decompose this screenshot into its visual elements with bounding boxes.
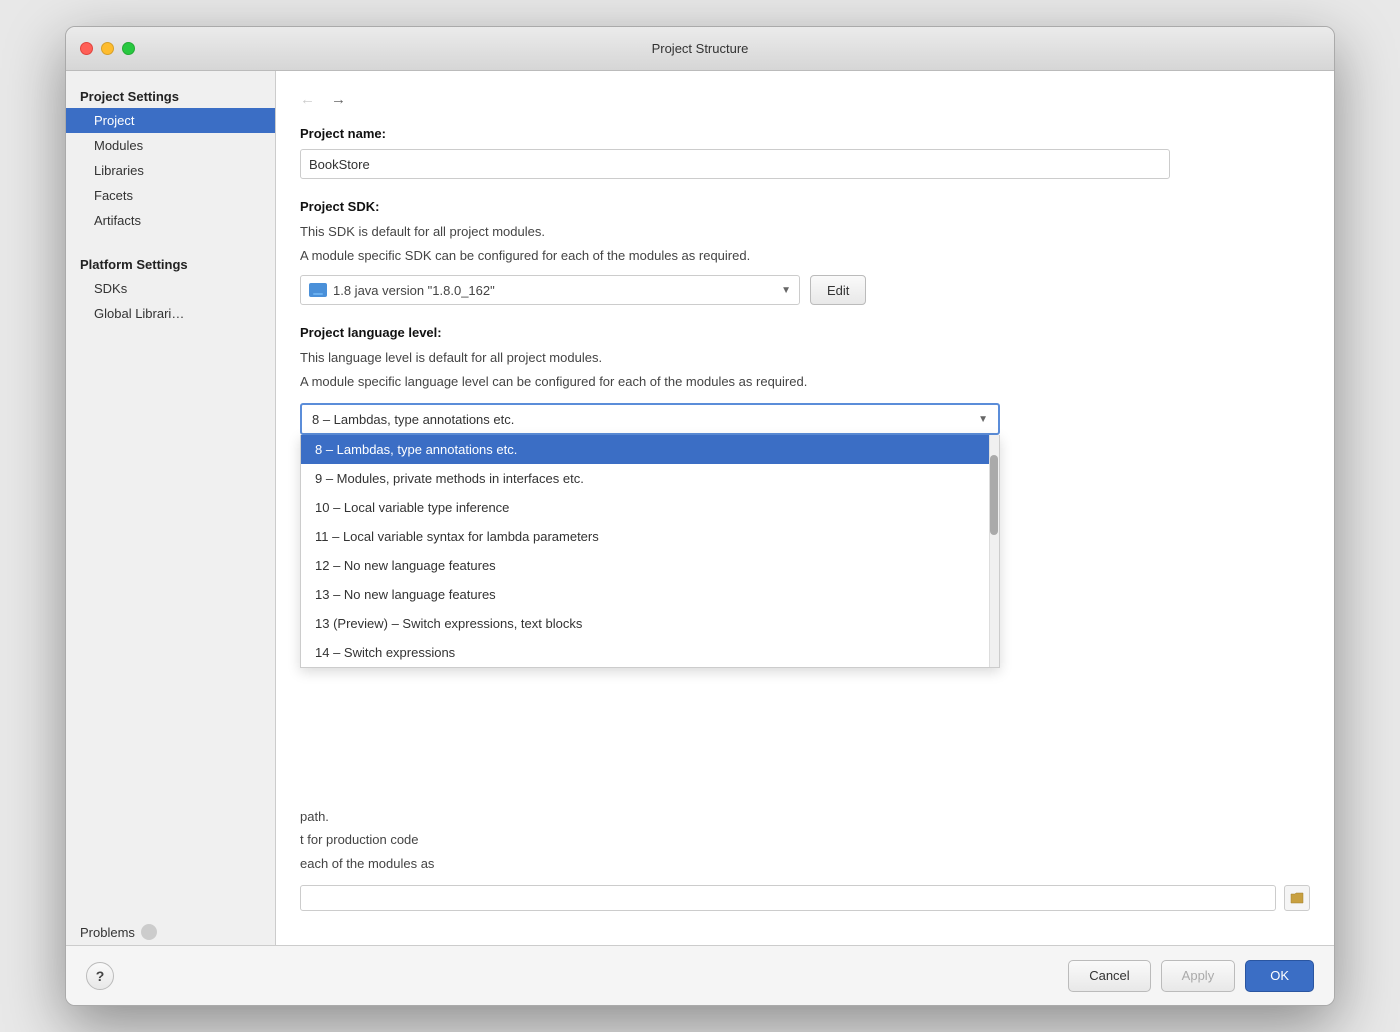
lang-option-9[interactable]: 9 – Modules, private methods in interfac… — [301, 464, 999, 493]
sdk-dropdown-arrow: ▼ — [781, 285, 791, 296]
folder-browse-button[interactable] — [1284, 885, 1310, 911]
sidebar-item-artifacts[interactable]: Artifacts — [66, 208, 275, 233]
partial-text-path: path. — [300, 805, 1310, 828]
maximize-button[interactable] — [122, 42, 135, 55]
project-name-input[interactable] — [300, 149, 1170, 179]
compiler-output-row — [300, 885, 1310, 911]
footer: ? Cancel Apply OK — [66, 945, 1334, 1005]
footer-left: ? — [86, 962, 114, 990]
dropdown-scrollbar[interactable] — [989, 435, 999, 667]
lang-dropdown-menu: 8 – Lambdas, type annotations etc. 9 – M… — [300, 435, 1000, 668]
sidebar-item-libraries[interactable]: Libraries — [66, 158, 275, 183]
platform-settings-header: Platform Settings — [66, 247, 275, 276]
scrollbar-thumb — [990, 455, 998, 535]
problems-badge — [141, 924, 157, 940]
lang-option-10[interactable]: 10 – Local variable type inference — [301, 493, 999, 522]
sdk-dropdown[interactable]: 1.8 java version "1.8.0_162" ▼ — [300, 275, 800, 305]
project-sdk-desc2: A module specific SDK can be configured … — [300, 246, 1310, 266]
nav-back-bar: ← → — [296, 91, 1310, 108]
lang-option-13p[interactable]: 13 (Preview) – Switch expressions, text … — [301, 609, 999, 638]
compiler-output-input[interactable] — [300, 885, 1276, 911]
sidebar-item-facets[interactable]: Facets — [66, 183, 275, 208]
ok-button[interactable]: OK — [1245, 960, 1314, 992]
lang-option-8[interactable]: 8 – Lambdas, type annotations etc. — [301, 435, 999, 464]
project-settings-header: Project Settings — [66, 79, 275, 108]
close-button[interactable] — [80, 42, 93, 55]
project-name-label: Project name: — [300, 126, 1310, 141]
footer-right: Cancel Apply OK — [1068, 960, 1314, 992]
sidebar-item-project[interactable]: Project — [66, 108, 275, 133]
sdk-row: 1.8 java version "1.8.0_162" ▼ Edit — [300, 275, 1310, 305]
help-button[interactable]: ? — [86, 962, 114, 990]
project-structure-window: Project Structure Project Settings Proje… — [65, 26, 1335, 1006]
project-lang-desc1: This language level is default for all p… — [300, 348, 1310, 368]
lang-dropdown[interactable]: 8 – Lambdas, type annotations etc. ▼ — [300, 403, 1000, 435]
project-lang-desc2: A module specific language level can be … — [300, 372, 1310, 392]
background-text: path. t for production code each of the … — [300, 805, 1310, 875]
title-bar: Project Structure — [66, 27, 1334, 71]
partial-text-production: t for production code — [300, 828, 1310, 851]
lang-dropdown-container: 8 – Lambdas, type annotations etc. ▼ 8 –… — [300, 403, 1310, 435]
window-title: Project Structure — [652, 41, 749, 56]
back-arrow[interactable]: ← — [296, 91, 319, 108]
sidebar-item-problems[interactable]: Problems — [66, 919, 275, 945]
apply-button[interactable]: Apply — [1161, 960, 1236, 992]
project-sdk-desc1: This SDK is default for all project modu… — [300, 222, 1310, 242]
project-sdk-label: Project SDK: — [300, 199, 1310, 214]
main-content: ← → Project name: Project SDK: This SDK … — [276, 71, 1334, 945]
minimize-button[interactable] — [101, 42, 114, 55]
lang-dropdown-wrapper: 8 – Lambdas, type annotations etc. ▼ 8 –… — [300, 403, 1000, 435]
lang-option-14[interactable]: 14 – Switch expressions — [301, 638, 999, 667]
cancel-button[interactable]: Cancel — [1068, 960, 1150, 992]
partial-text-modules: each of the modules as — [300, 852, 1310, 875]
sidebar-item-sdks[interactable]: SDKs — [66, 276, 275, 301]
sidebar-item-modules[interactable]: Modules — [66, 133, 275, 158]
lang-option-12[interactable]: 12 – No new language features — [301, 551, 999, 580]
forward-arrow[interactable]: → — [327, 91, 350, 108]
sidebar: Project Settings Project Modules Librari… — [66, 71, 276, 945]
sdk-edit-button[interactable]: Edit — [810, 275, 866, 305]
content-area: Project Settings Project Modules Librari… — [66, 71, 1334, 945]
sdk-icon — [309, 283, 327, 297]
lang-option-11[interactable]: 11 – Local variable syntax for lambda pa… — [301, 522, 999, 551]
lang-option-13[interactable]: 13 – No new language features — [301, 580, 999, 609]
sdk-selected-label: 1.8 java version "1.8.0_162" — [333, 283, 495, 298]
lang-selected-label: 8 – Lambdas, type annotations etc. — [312, 412, 514, 427]
project-lang-label: Project language level: — [300, 325, 1310, 340]
window-controls — [80, 42, 135, 55]
lang-dropdown-arrow: ▼ — [978, 414, 988, 425]
folder-icon — [1290, 892, 1304, 904]
sidebar-item-global-libraries[interactable]: Global Librari… — [66, 301, 275, 326]
problems-label: Problems — [80, 925, 135, 940]
